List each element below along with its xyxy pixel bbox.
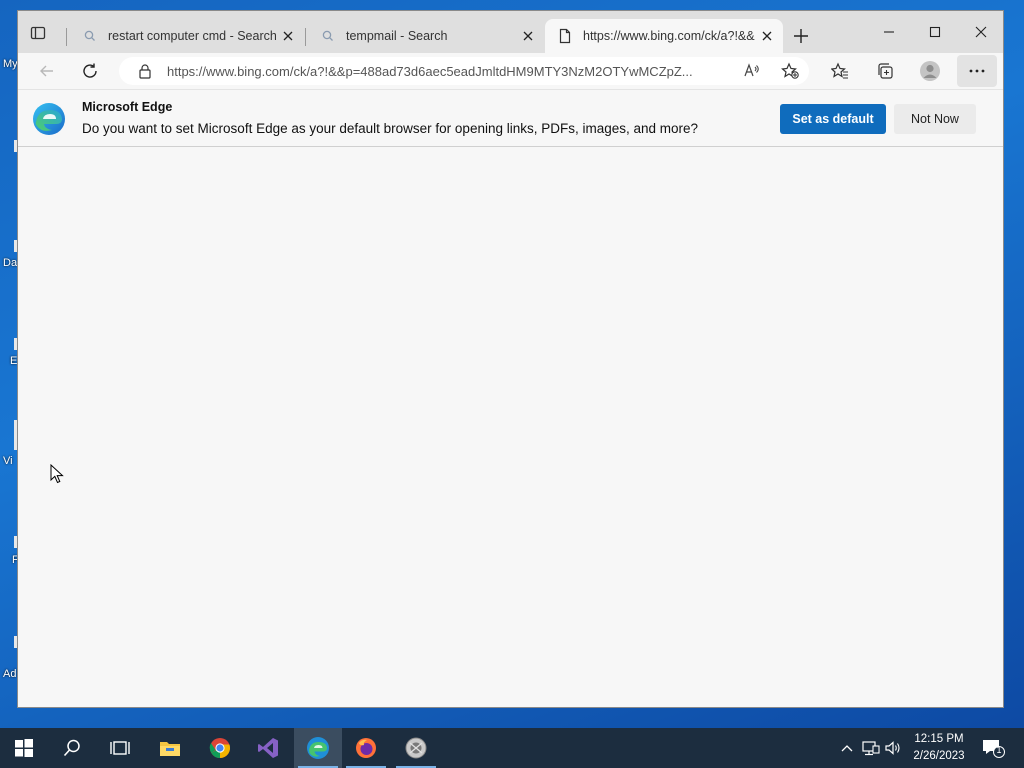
add-favorite-icon[interactable] xyxy=(781,62,799,80)
tab-separator xyxy=(305,28,306,46)
desktop-icon-label[interactable]: Ad xyxy=(3,668,16,680)
search-icon xyxy=(82,28,98,44)
tab-separator xyxy=(66,28,67,46)
close-icon xyxy=(975,26,987,38)
action-center-button[interactable]: 1 xyxy=(980,736,1006,760)
tab-actions-icon[interactable] xyxy=(30,25,46,41)
chrome-icon xyxy=(209,738,231,759)
url-text[interactable]: https://www.bing.com/ck/a?!&&p=488ad73d6… xyxy=(167,64,737,79)
app-taskbar-button[interactable] xyxy=(392,728,440,768)
tab-title: tempmail - Search xyxy=(346,29,448,43)
firefox-button[interactable] xyxy=(342,728,390,768)
plus-icon xyxy=(794,29,808,43)
minimize-icon xyxy=(884,31,894,33)
favorites-icon xyxy=(831,62,848,79)
start-button[interactable] xyxy=(0,728,48,768)
file-explorer-icon xyxy=(160,742,180,756)
tab-close-icon[interactable] xyxy=(516,24,540,48)
visual-studio-icon xyxy=(258,738,278,758)
show-hidden-icons-chevron-icon[interactable] xyxy=(838,739,856,757)
new-tab-button[interactable] xyxy=(788,23,814,49)
app-icon xyxy=(405,737,427,759)
taskbar: 12:15 PM 2/26/2023 1 xyxy=(0,728,1024,768)
lock-icon[interactable] xyxy=(137,63,153,79)
edge-taskbar-button[interactable] xyxy=(294,728,342,768)
clock-date: 2/26/2023 xyxy=(913,750,965,762)
system-clock[interactable]: 12:15 PM 2/26/2023 xyxy=(907,731,971,765)
infobar-title: Microsoft Edge xyxy=(82,100,173,114)
refresh-icon xyxy=(83,63,97,78)
mouse-cursor-icon xyxy=(50,464,64,484)
tab-tempmail-search[interactable]: tempmail - Search xyxy=(308,19,544,53)
firefox-icon xyxy=(356,738,376,758)
search-icon xyxy=(63,739,80,757)
browser-toolbar: https://www.bing.com/ck/a?!&&p=488ad73d6… xyxy=(18,53,1003,89)
page-icon xyxy=(557,28,573,44)
infobar-message: Do you want to set Microsoft Edge as you… xyxy=(82,121,699,136)
back-arrow-icon xyxy=(40,65,53,77)
minimize-button[interactable] xyxy=(866,17,912,47)
tab-bing-redirect[interactable]: https://www.bing.com/ck/a?!&&p= xyxy=(545,19,783,53)
edge-logo-icon xyxy=(32,102,66,136)
taskbar-search-button[interactable] xyxy=(48,728,96,768)
set-as-default-button[interactable]: Set as default xyxy=(780,104,886,134)
desktop-icon-label[interactable]: Da xyxy=(3,257,17,269)
maximize-button[interactable] xyxy=(912,17,958,47)
settings-more-button[interactable] xyxy=(957,55,997,87)
page-content[interactable] xyxy=(18,147,1003,707)
edge-browser-window: restart computer cmd - Search tempmail -… xyxy=(17,10,1004,708)
collections-button[interactable] xyxy=(870,57,900,85)
maximize-icon xyxy=(929,26,941,38)
address-bar[interactable]: https://www.bing.com/ck/a?!&&p=488ad73d6… xyxy=(119,57,809,85)
start-icon xyxy=(15,739,33,757)
tab-title: https://www.bing.com/ck/a?!&&p= xyxy=(583,29,755,43)
desktop-icon-label[interactable]: My xyxy=(3,58,18,70)
avatar-icon xyxy=(920,61,940,81)
desktop-icon-label[interactable]: Vi xyxy=(3,455,13,467)
task-view-button[interactable] xyxy=(96,728,144,768)
tab-restart-computer-search[interactable]: restart computer cmd - Search xyxy=(70,19,304,53)
notification-count-badge: 1 xyxy=(996,745,1002,755)
tab-title: restart computer cmd - Search xyxy=(108,29,276,43)
close-window-button[interactable] xyxy=(958,17,1004,47)
back-button[interactable] xyxy=(32,57,62,85)
visual-studio-button[interactable] xyxy=(244,728,292,768)
tab-close-icon[interactable] xyxy=(276,24,300,48)
profile-button[interactable] xyxy=(915,57,945,85)
search-icon xyxy=(320,28,336,44)
not-now-button[interactable]: Not Now xyxy=(894,104,976,134)
network-icon[interactable] xyxy=(862,739,880,757)
file-explorer-button[interactable] xyxy=(146,728,194,768)
collections-icon xyxy=(878,63,893,79)
tab-close-icon[interactable] xyxy=(755,24,779,48)
read-aloud-icon[interactable] xyxy=(743,62,761,80)
edge-icon xyxy=(307,737,329,759)
chrome-button[interactable] xyxy=(196,728,244,768)
clock-time: 12:15 PM xyxy=(914,733,964,745)
tab-strip: restart computer cmd - Search tempmail -… xyxy=(18,11,1003,53)
more-dots-icon xyxy=(969,69,985,73)
refresh-button[interactable] xyxy=(75,57,105,85)
default-browser-infobar: Microsoft Edge Do you want to set Micros… xyxy=(18,89,1003,147)
favorites-button[interactable] xyxy=(825,57,855,85)
task-view-icon xyxy=(110,741,130,755)
volume-icon[interactable] xyxy=(884,739,902,757)
